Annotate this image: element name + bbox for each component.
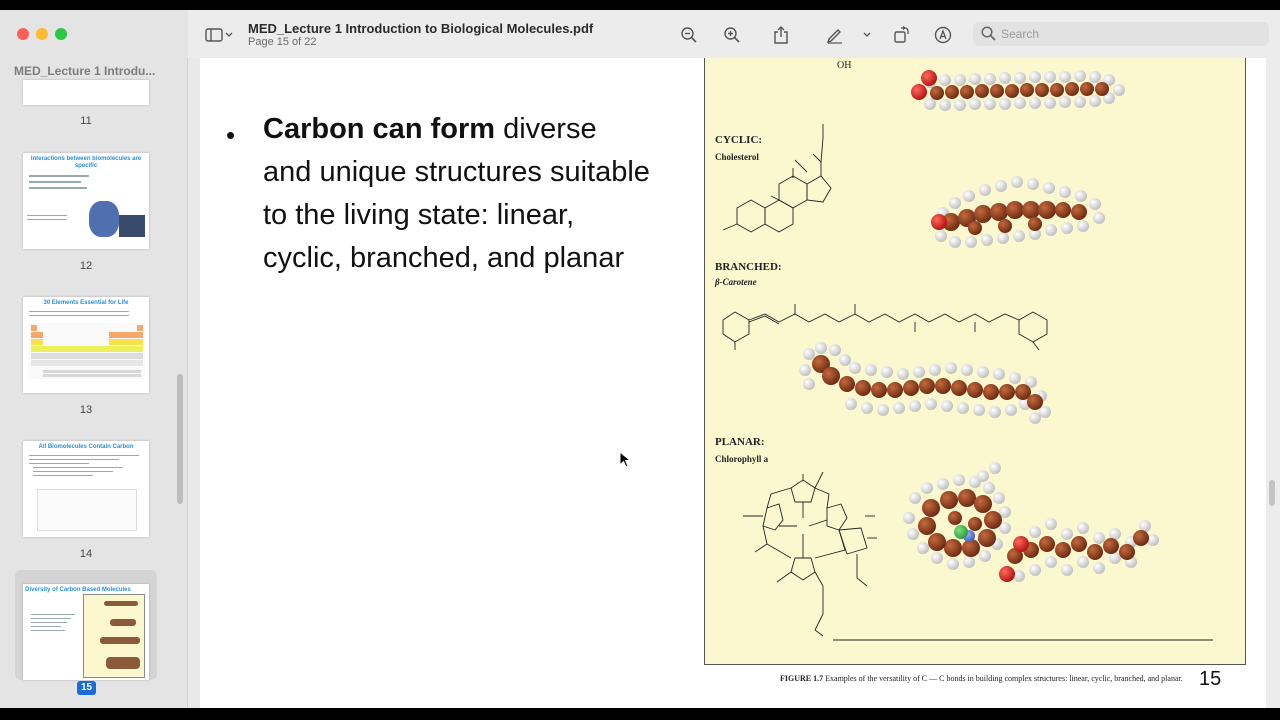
thumbnail-page-number: 14 bbox=[79, 548, 93, 560]
bullet-marker: • bbox=[226, 120, 236, 150]
oh-label: OH bbox=[837, 60, 852, 71]
figure-caption: FIGURE 1.7 Examples of the versatility o… bbox=[780, 674, 1183, 683]
caption-text: Examples of the versatility of C — C bon… bbox=[823, 674, 1183, 683]
thumbnail-page-number: 13 bbox=[79, 404, 93, 416]
branched-space-filling-model bbox=[799, 342, 1051, 424]
chemistry-figure: OH CYCLIC: Cholesterol BRANCHED: β-Carot… bbox=[704, 58, 1246, 665]
markup-pen-icon[interactable] bbox=[824, 24, 846, 46]
thumbnail-page-13[interactable]: 30 Elements Essential for Life bbox=[23, 297, 149, 393]
thumbnail-page-number-selected: 15 bbox=[77, 681, 96, 695]
linear-space-filling-model bbox=[911, 70, 1125, 111]
cyclic-heading: CYCLIC: bbox=[715, 134, 763, 146]
cyclic-space-filling-model bbox=[931, 176, 1105, 248]
caption-label: FIGURE 1.7 bbox=[780, 674, 824, 683]
sidebar-scrollbar[interactable] bbox=[177, 374, 183, 504]
title-bar: MED_Lecture 1 Introduction to Biological… bbox=[0, 10, 1280, 58]
bullet-bold: Carbon can form bbox=[263, 113, 496, 145]
search-field[interactable]: Search bbox=[973, 22, 1269, 46]
page-indicator: Page 15 of 22 bbox=[248, 36, 317, 48]
search-placeholder: Search bbox=[1001, 27, 1040, 41]
document-title: MED_Lecture 1 Introduction to Biological… bbox=[248, 21, 594, 36]
thumbnail-page-number: 11 bbox=[80, 115, 92, 127]
bond-table-image bbox=[37, 489, 137, 531]
protein-image bbox=[119, 215, 145, 237]
thumbnail-page-14[interactable]: All Biomolecules Contain Carbon bbox=[23, 441, 149, 537]
planar-heading: PLANAR: bbox=[715, 436, 765, 448]
thumbnail-title: All Biomolecules Contain Carbon bbox=[38, 444, 134, 450]
close-window-button[interactable] bbox=[17, 28, 29, 40]
rotate-icon[interactable] bbox=[890, 24, 912, 46]
figure-thumbnail bbox=[83, 594, 145, 678]
zoom-out-icon[interactable] bbox=[678, 24, 700, 46]
chlorophyll-label: Chlorophyll a bbox=[715, 454, 769, 464]
slide-page-number: 15 bbox=[1199, 668, 1222, 690]
periodic-table-image bbox=[29, 323, 145, 379]
beta-carotene-skeletal-formula bbox=[722, 304, 1048, 351]
thumbnail-title: Diversity of Carbon Based Molecules bbox=[25, 587, 131, 593]
thumbnail-title: 30 Elements Essential for Life bbox=[43, 300, 129, 306]
thumbnail-sidebar[interactable]: MED_Lecture 1 Introdu... 11 Interactions… bbox=[0, 58, 188, 708]
thumbnail-title: Interactions between biomolecules are sp… bbox=[30, 156, 142, 169]
zoom-in-icon[interactable] bbox=[721, 24, 743, 46]
search-icon bbox=[981, 26, 996, 46]
planar-space-filling-model bbox=[903, 462, 1159, 582]
annotate-icon[interactable] bbox=[932, 24, 954, 46]
thumbnail-page-number: 12 bbox=[79, 260, 93, 272]
minimize-window-button[interactable] bbox=[36, 28, 48, 40]
cholesterol-label: Cholesterol bbox=[715, 152, 759, 162]
document-page[interactable]: • Carbon can form diverse and unique str… bbox=[200, 58, 1266, 708]
chevron-down-icon[interactable] bbox=[222, 24, 236, 46]
document-scrollbar[interactable] bbox=[1269, 480, 1275, 506]
mouse-cursor-icon bbox=[619, 451, 631, 468]
thumbnail-page-15[interactable]: Diversity of Carbon Based Molecules bbox=[23, 584, 149, 680]
bullet-text: Carbon can form diverse and unique struc… bbox=[263, 108, 653, 280]
thumbnail-page-11[interactable] bbox=[23, 80, 149, 105]
sidebar-document-title: MED_Lecture 1 Introdu... bbox=[14, 64, 156, 78]
chevron-down-icon[interactable] bbox=[860, 24, 874, 46]
carotene-label: β-Carotene bbox=[715, 277, 757, 287]
thumbnail-page-12[interactable]: Interactions between biomolecules are sp… bbox=[23, 153, 149, 249]
preview-window: MED_Lecture 1 Introduction to Biological… bbox=[0, 10, 1280, 708]
zoom-window-button[interactable] bbox=[55, 28, 67, 40]
molecule-drawings bbox=[722, 70, 1213, 641]
protein-image bbox=[89, 201, 119, 237]
share-icon[interactable] bbox=[770, 24, 792, 46]
branched-heading: BRANCHED: bbox=[715, 261, 782, 273]
